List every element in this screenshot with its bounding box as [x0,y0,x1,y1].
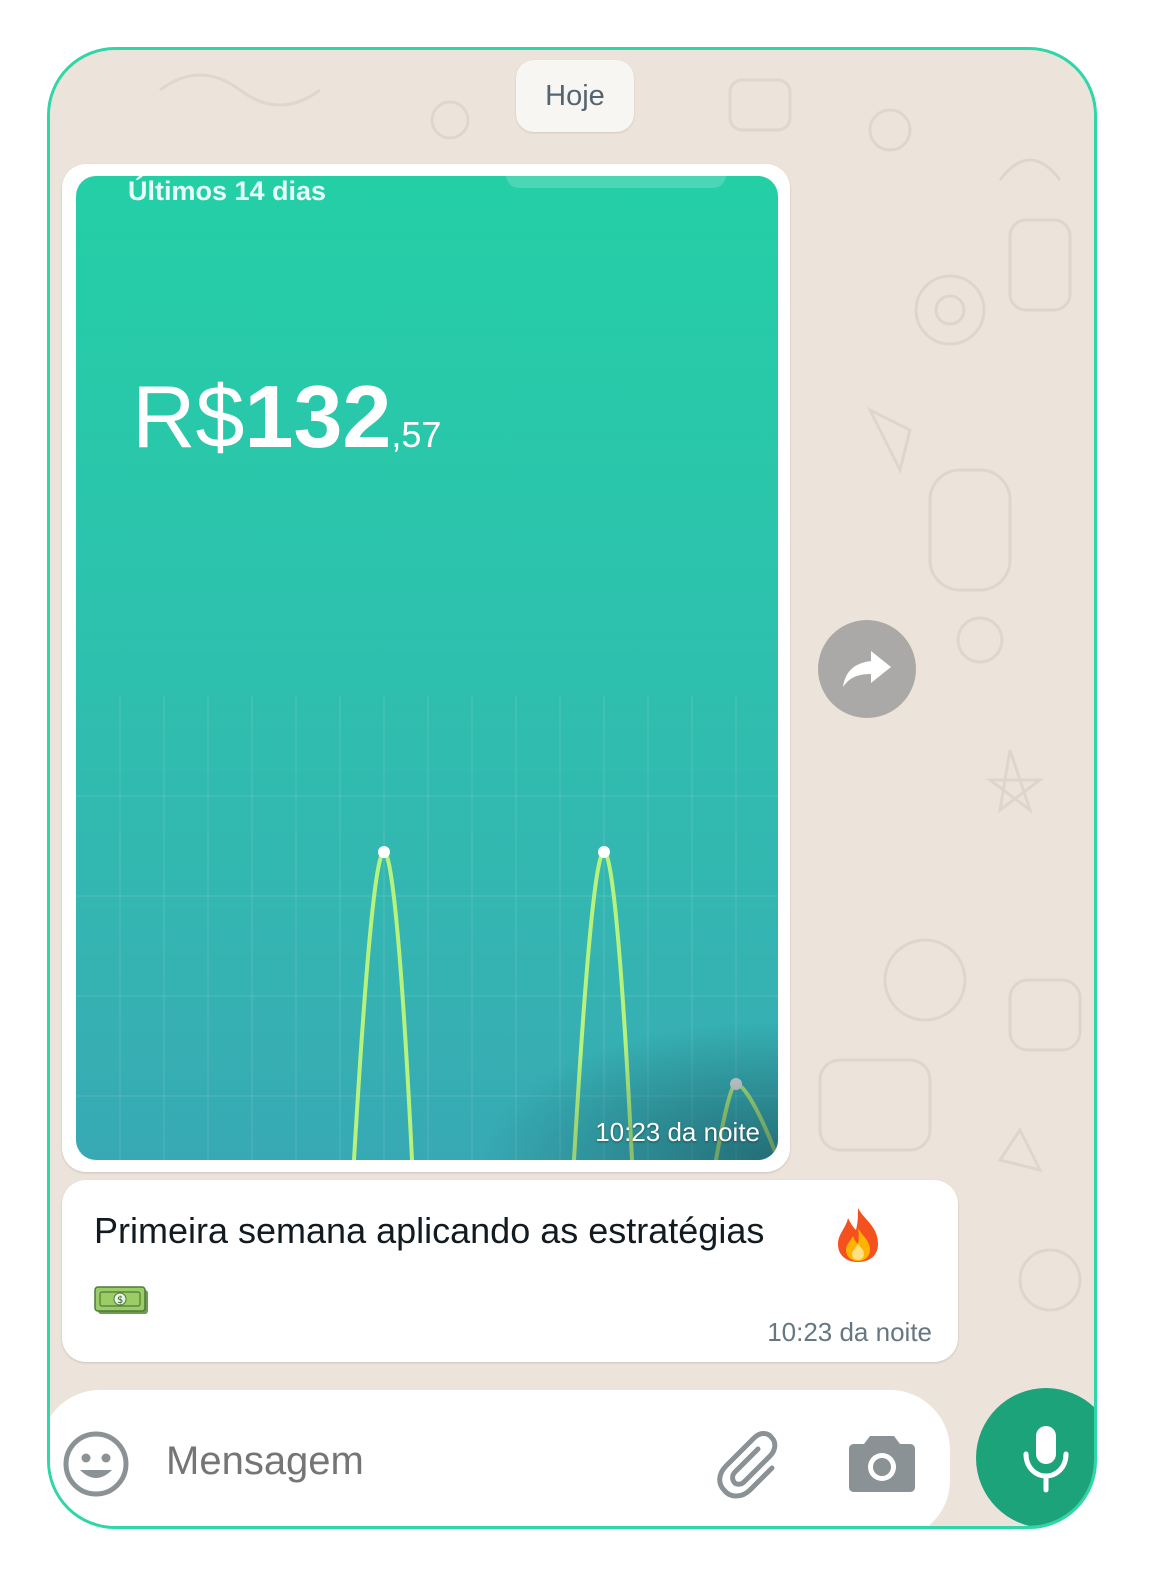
text-message-bubble[interactable]: Primeira semana aplicando as estratégias… [62,1180,958,1362]
svg-text:$: $ [117,1295,123,1306]
message-composer [50,1390,950,1526]
paperclip-icon [717,1431,778,1499]
fire-icon [838,1208,878,1262]
chat-window: Hoje Últimos 14 dias R$132,57 10:23 da n… [47,47,1097,1529]
attach-button[interactable] [714,1428,790,1509]
message-input[interactable] [164,1432,688,1490]
chart-point-2 [598,846,610,858]
earnings-screenshot[interactable]: Últimos 14 dias R$132,57 10:23 da noite [76,176,778,1160]
date-chip: Hoje [516,60,634,132]
camera-icon [849,1436,915,1492]
message-text: Primeira semana aplicando as estratégias [94,1210,765,1251]
forward-button[interactable] [818,620,916,718]
emoji-button[interactable] [60,1428,132,1505]
image-message-time: 10:23 da noite [595,1117,760,1147]
microphone-icon [1023,1426,1069,1493]
text-message-time: 10:23 da noite [767,1317,932,1347]
camera-button[interactable] [848,1430,916,1499]
forward-icon [843,651,891,687]
emoji-icon [63,1431,129,1497]
money-icon: $ [94,1286,148,1314]
image-message-bubble[interactable]: Últimos 14 dias R$132,57 10:23 da noite [62,164,790,1172]
chart-point-1 [378,846,390,858]
earnings-line-chart [76,696,778,1160]
